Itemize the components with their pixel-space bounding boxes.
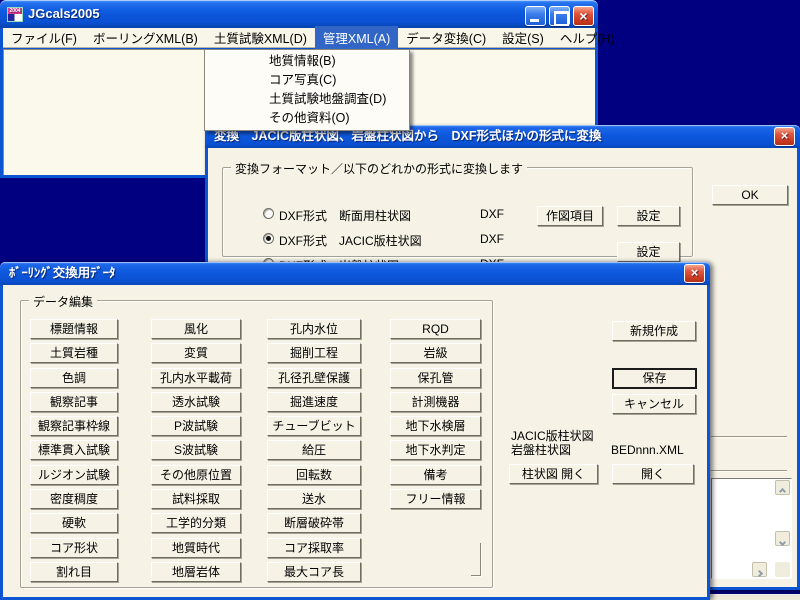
menu-item-settings[interactable]: 設定(S) <box>494 26 552 50</box>
scroll-up-button[interactable] <box>775 480 790 495</box>
edit-item-button[interactable]: 給圧 <box>267 440 361 460</box>
menu-option-geology-info[interactable]: 地質情報(B) <box>205 52 409 71</box>
boring-dialog-client: データ編集 標題情報 土質岩種 色調 観察記事 観察記事枠線 標準貫入試験 ルジ… <box>3 285 707 597</box>
edit-item-button[interactable]: 透水試験 <box>151 392 241 412</box>
app-icon-year: 2004 <box>8 8 22 14</box>
jacic-chart-label-line2: 岩盤柱状図 <box>511 443 571 457</box>
edit-item-button[interactable]: 密度稠度 <box>30 489 118 509</box>
save-button[interactable]: 保存 <box>612 368 697 389</box>
edit-item-button[interactable]: 観察記事 <box>30 392 118 412</box>
ok-button[interactable]: OK <box>712 185 788 205</box>
settings-button-1[interactable]: 設定 <box>617 206 680 226</box>
edit-item-button[interactable]: 送水 <box>267 489 361 509</box>
edit-item-button[interactable]: 備考 <box>390 465 481 485</box>
menu-item-soil-test-xml[interactable]: 土質試験XML(D) <box>206 26 315 50</box>
new-button[interactable]: 新規作成 <box>612 321 696 341</box>
kanri-xml-dropdown-menu: 地質情報(B) コア写真(C) 土質試験地盤調査(D) その他資料(O) <box>204 49 410 131</box>
radio-dxf-section[interactable] <box>263 208 274 219</box>
scroll-down-button[interactable] <box>775 531 790 546</box>
open-chart-button[interactable]: 柱状図 開く <box>509 464 598 484</box>
edit-item-button[interactable]: 孔内水平載荷 <box>151 368 241 388</box>
cancel-button[interactable]: キャンセル <box>612 394 696 414</box>
edit-item-button[interactable]: フリー情報 <box>390 489 481 509</box>
separator-line <box>711 436 787 437</box>
main-title-bar[interactable]: 2004 JGcals2005 × <box>0 0 598 28</box>
open-xml-button[interactable]: 開く <box>612 464 694 484</box>
plot-items-button[interactable]: 作図項目 <box>537 206 603 226</box>
edit-item-button[interactable]: 風化 <box>151 319 241 339</box>
edit-item-button[interactable]: 掘削工程 <box>267 343 361 363</box>
edit-item-button[interactable]: 孔径孔壁保護 <box>267 368 361 388</box>
menu-option-other-docs[interactable]: その他資料(O) <box>205 109 409 128</box>
edit-item-button[interactable]: 計測機器 <box>390 392 481 412</box>
edit-item-button[interactable]: RQD <box>390 319 481 339</box>
edit-item-button[interactable]: コア形状 <box>30 538 118 558</box>
edit-item-button[interactable]: 標題情報 <box>30 319 118 339</box>
minimize-button[interactable] <box>525 6 546 26</box>
radio-dxf-jacic-label: DXF形式 JACIC版柱状図 <box>279 232 422 249</box>
app-icon: 2004 <box>7 7 23 22</box>
radio-dxf-section-label: DXF形式 断面用柱状図 <box>279 207 411 224</box>
dxf-suffix-label: DXF <box>480 232 504 246</box>
format-groupbox: 変換フォーマット／以下のどれかの形式に変換します DXF形式 断面用柱状図 DX… <box>222 167 693 257</box>
menu-item-kanri-xml[interactable]: 管理XML(A) <box>315 26 398 50</box>
boring-dialog-title: ﾎﾞｰﾘﾝｸﾞ交換用ﾃﾞｰﾀ <box>9 266 115 280</box>
bed-xml-label: BEDnnn.XML <box>611 443 684 457</box>
edit-item-button[interactable]: 掘進速度 <box>267 392 361 412</box>
edit-item-button[interactable]: コア採取率 <box>267 538 361 558</box>
menu-item-data-convert[interactable]: データ変換(C) <box>398 26 494 50</box>
edit-item-button[interactable]: 硬軟 <box>30 513 118 533</box>
boring-dialog-title-bar[interactable]: ﾎﾞｰﾘﾝｸﾞ交換用ﾃﾞｰﾀ × <box>0 262 710 285</box>
edit-item-button[interactable]: チューブビット <box>267 416 361 436</box>
edit-item-button[interactable]: 標準貫入試験 <box>30 440 118 460</box>
data-edit-groupbox-label: データ編集 <box>29 293 97 310</box>
jacic-chart-label: JACIC版柱状図 岩盤柱状図 <box>511 429 594 457</box>
menu-bar: ファイル(F) ボーリングXML(B) 土質試験XML(D) 管理XML(A) … <box>3 28 595 48</box>
dxf-suffix-label: DXF <box>480 207 504 221</box>
edit-item-button[interactable]: P波試験 <box>151 416 241 436</box>
edit-item-button[interactable]: 地下水検層 <box>390 416 481 436</box>
edit-item-button[interactable]: 地下水判定 <box>390 440 481 460</box>
convert-list-box[interactable] <box>711 478 792 579</box>
app-icon-mark <box>8 14 22 22</box>
close-icon[interactable]: × <box>774 127 795 146</box>
format-groupbox-label: 変換フォーマット／以下のどれかの形式に変換します <box>231 160 527 177</box>
edit-item-button[interactable]: 試料採取 <box>151 489 241 509</box>
edit-item-button[interactable]: S波試験 <box>151 440 241 460</box>
edit-item-button[interactable]: 保孔管 <box>390 368 481 388</box>
menu-item-help[interactable]: ヘルプ(H) <box>552 26 623 50</box>
edit-item-button[interactable]: 孔内水位 <box>267 319 361 339</box>
edit-item-button[interactable]: 岩級 <box>390 343 481 363</box>
maximize-button[interactable] <box>549 6 570 26</box>
edit-item-button[interactable]: ルジオン試験 <box>30 465 118 485</box>
edit-item-button[interactable]: その他原位置 <box>151 465 241 485</box>
settings-button-2[interactable]: 設定 <box>617 242 680 262</box>
inner-frame-corner <box>471 543 481 576</box>
boring-exchange-dialog: ﾎﾞｰﾘﾝｸﾞ交換用ﾃﾞｰﾀ × データ編集 標題情報 土質岩種 色調 観察記事… <box>0 262 710 600</box>
menu-item-file[interactable]: ファイル(F) <box>3 26 85 50</box>
edit-item-button[interactable]: 色調 <box>30 368 118 388</box>
edit-item-button[interactable]: 回転数 <box>267 465 361 485</box>
radio-dxf-jacic[interactable] <box>263 233 274 244</box>
separator-line <box>711 470 787 471</box>
edit-item-button[interactable]: 最大コア長 <box>267 562 361 582</box>
menu-item-boring-xml[interactable]: ボーリングXML(B) <box>85 26 206 50</box>
edit-item-button[interactable]: 割れ目 <box>30 562 118 582</box>
window-title: JGcals2005 <box>28 6 100 21</box>
convert-dialog-title: 変換 JACIC版柱状図、岩盤柱状図から DXF形式ほかの形式に変換 <box>214 129 602 143</box>
edit-item-button[interactable]: 観察記事枠線 <box>30 416 118 436</box>
close-button[interactable]: × <box>573 6 594 26</box>
scroll-right-button[interactable] <box>752 562 767 577</box>
edit-item-button[interactable]: 土質岩種 <box>30 343 118 363</box>
edit-item-button[interactable]: 地質時代 <box>151 538 241 558</box>
edit-item-button[interactable]: 変質 <box>151 343 241 363</box>
close-icon[interactable]: × <box>684 264 705 283</box>
edit-item-button[interactable]: 工学的分類 <box>151 513 241 533</box>
edit-item-button[interactable]: 断層破砕帯 <box>267 513 361 533</box>
menu-option-soil-test-survey[interactable]: 土質試験地盤調査(D) <box>205 90 409 109</box>
jacic-chart-label-line1: JACIC版柱状図 <box>511 429 594 443</box>
menu-option-core-photo[interactable]: コア写真(C) <box>205 71 409 90</box>
edit-item-button[interactable]: 地層岩体 <box>151 562 241 582</box>
scrollbar-corner <box>775 562 790 577</box>
